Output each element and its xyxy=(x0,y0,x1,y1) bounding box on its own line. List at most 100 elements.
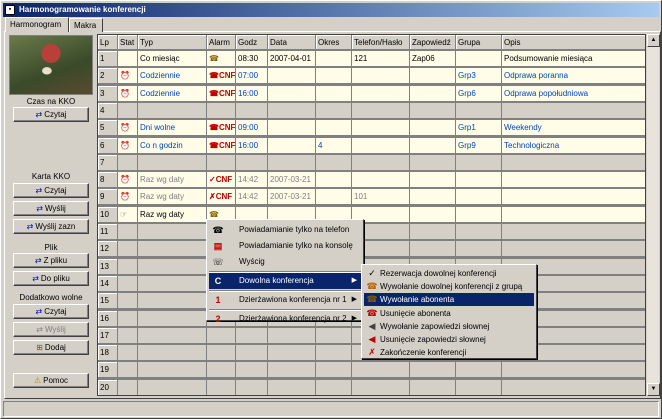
cell-stat[interactable] xyxy=(118,258,137,274)
cell-zapowiedz[interactable]: Zap06 xyxy=(410,51,455,66)
cell-godz[interactable]: 09:00 xyxy=(236,120,267,136)
cell-grupa[interactable]: Grp3 xyxy=(456,68,501,84)
cell-opis[interactable] xyxy=(502,379,645,395)
extra-send-button[interactable]: ⇄ Wyślij xyxy=(13,322,89,337)
cell-grupa[interactable]: Grp1 xyxy=(456,120,501,136)
cell-data[interactable] xyxy=(268,85,315,101)
col-typ[interactable]: Typ xyxy=(138,35,207,50)
cell-godz[interactable] xyxy=(236,154,267,170)
scroll-up-arrow-icon[interactable]: ▲ xyxy=(647,34,660,47)
cell-stat[interactable] xyxy=(118,379,137,395)
cell-stat[interactable] xyxy=(118,362,137,378)
col-alarm[interactable]: Alarm xyxy=(207,35,236,50)
context-menu-item[interactable]: C Dowolna konferencja ▶ xyxy=(209,273,361,289)
submenu-item[interactable]: ☎ Wywołanie dowolnej konferencji z grupą xyxy=(364,280,534,293)
cell-okres[interactable] xyxy=(316,120,351,136)
context-menu-item[interactable]: ☏ Wyścig xyxy=(209,254,361,270)
context-menu-item[interactable]: 1 Dzierżawiona konferencja nr 1 ▶ xyxy=(209,292,361,308)
cell-grupa[interactable]: Grp9 xyxy=(456,137,501,153)
cell-opis[interactable] xyxy=(502,362,645,378)
cell-alarm[interactable]: ☎CNF xyxy=(207,68,235,84)
cell-data[interactable]: 2007-04-01 xyxy=(268,51,315,66)
cell-data[interactable] xyxy=(268,327,315,343)
cell-okres[interactable] xyxy=(316,327,351,343)
karta-send-button[interactable]: ⇄ Wyślij xyxy=(13,201,89,216)
cell-zapowiedz[interactable] xyxy=(410,206,455,222)
cell-okres[interactable] xyxy=(316,345,351,361)
col-zapowiedz[interactable]: Zapowiedź xyxy=(410,35,456,50)
cell-data[interactable] xyxy=(268,345,315,361)
col-stat[interactable]: Stat xyxy=(118,35,138,50)
cell-alarm[interactable]: ✓CNF xyxy=(207,172,235,188)
cell-opis[interactable] xyxy=(502,154,645,170)
cell-data[interactable] xyxy=(268,137,315,153)
cell-telefon[interactable] xyxy=(352,85,409,101)
context-menu-item[interactable]: ▤ Powiadamianie tylko na konsolę xyxy=(209,238,361,254)
cell-grupa[interactable] xyxy=(456,362,501,378)
cell-typ[interactable]: Codziennie xyxy=(138,85,206,101)
row-number[interactable]: 5 xyxy=(98,120,117,136)
cell-okres[interactable]: 4 xyxy=(316,137,351,153)
cell-godz[interactable]: 16:00 xyxy=(236,85,267,101)
row-number[interactable]: 1 xyxy=(98,51,117,66)
cell-okres[interactable] xyxy=(316,68,351,84)
cell-godz[interactable] xyxy=(236,102,267,118)
col-okres[interactable]: Okres xyxy=(316,35,352,50)
cell-grupa[interactable] xyxy=(456,189,501,205)
cell-okres[interactable] xyxy=(316,51,351,66)
scroll-down-arrow-icon[interactable]: ▼ xyxy=(647,383,660,396)
cell-typ[interactable]: Co miesiąc xyxy=(138,51,206,66)
cell-alarm[interactable]: ☎ xyxy=(207,51,235,66)
cell-okres[interactable] xyxy=(316,172,351,188)
cell-zapowiedz[interactable] xyxy=(410,172,455,188)
cell-stat[interactable]: ⏰ xyxy=(118,172,137,188)
cell-grupa[interactable] xyxy=(456,154,501,170)
cell-typ[interactable] xyxy=(138,224,206,239)
cell-stat[interactable] xyxy=(118,345,137,361)
cell-typ[interactable] xyxy=(138,102,206,118)
row-number[interactable]: 16 xyxy=(98,310,117,326)
cell-stat[interactable] xyxy=(118,310,137,326)
cell-zapowiedz[interactable] xyxy=(410,85,455,101)
cell-zapowiedz[interactable] xyxy=(410,362,455,378)
cell-telefon[interactable] xyxy=(352,102,409,118)
cell-stat[interactable]: ⏰ xyxy=(118,189,137,205)
cell-alarm[interactable] xyxy=(207,379,235,395)
cell-stat[interactable]: ⏰ xyxy=(118,85,137,101)
row-number[interactable]: 4 xyxy=(98,102,117,118)
col-godz[interactable]: Godz xyxy=(236,35,268,50)
cell-opis[interactable]: Odprawa popołudniowa xyxy=(502,85,645,101)
cell-okres[interactable] xyxy=(316,154,351,170)
cell-grupa[interactable] xyxy=(456,206,501,222)
cell-stat[interactable] xyxy=(118,224,137,239)
cell-zapowiedz[interactable] xyxy=(410,379,455,395)
cell-alarm[interactable] xyxy=(207,362,235,378)
cell-typ[interactable] xyxy=(138,241,206,257)
cell-grupa[interactable] xyxy=(456,379,501,395)
cell-alarm[interactable] xyxy=(207,102,235,118)
cell-telefon[interactable] xyxy=(352,68,409,84)
cell-alarm[interactable]: ☎CNF xyxy=(207,120,235,136)
cell-data[interactable] xyxy=(268,379,315,395)
cell-alarm[interactable] xyxy=(207,327,235,343)
submenu-item[interactable]: ✗ Zakończenie konferencji xyxy=(364,346,534,359)
cell-telefon[interactable]: 121 xyxy=(352,51,409,66)
cell-typ[interactable] xyxy=(138,293,206,309)
cell-data[interactable] xyxy=(268,362,315,378)
help-button[interactable]: ⚠ Pomoc xyxy=(13,373,89,388)
cell-typ[interactable] xyxy=(138,310,206,326)
cell-alarm[interactable] xyxy=(207,345,235,361)
tab-harmonogram[interactable]: Harmonogram xyxy=(5,17,69,32)
cell-godz[interactable] xyxy=(236,379,267,395)
cell-typ[interactable] xyxy=(138,327,206,343)
cell-opis[interactable] xyxy=(502,172,645,188)
cell-godz[interactable] xyxy=(236,345,267,361)
cell-alarm[interactable]: ✗CNF xyxy=(207,189,235,205)
cell-data[interactable]: 2007-03-21 xyxy=(268,172,315,188)
context-menu-item[interactable]: 2 Dzierżawiona konferencja nr 2 ▶ xyxy=(209,311,361,327)
row-number[interactable]: 7 xyxy=(98,154,117,170)
cell-grupa[interactable]: Grp6 xyxy=(456,85,501,101)
cell-telefon[interactable] xyxy=(352,379,409,395)
row-number[interactable]: 6 xyxy=(98,137,117,153)
cell-data[interactable] xyxy=(268,68,315,84)
